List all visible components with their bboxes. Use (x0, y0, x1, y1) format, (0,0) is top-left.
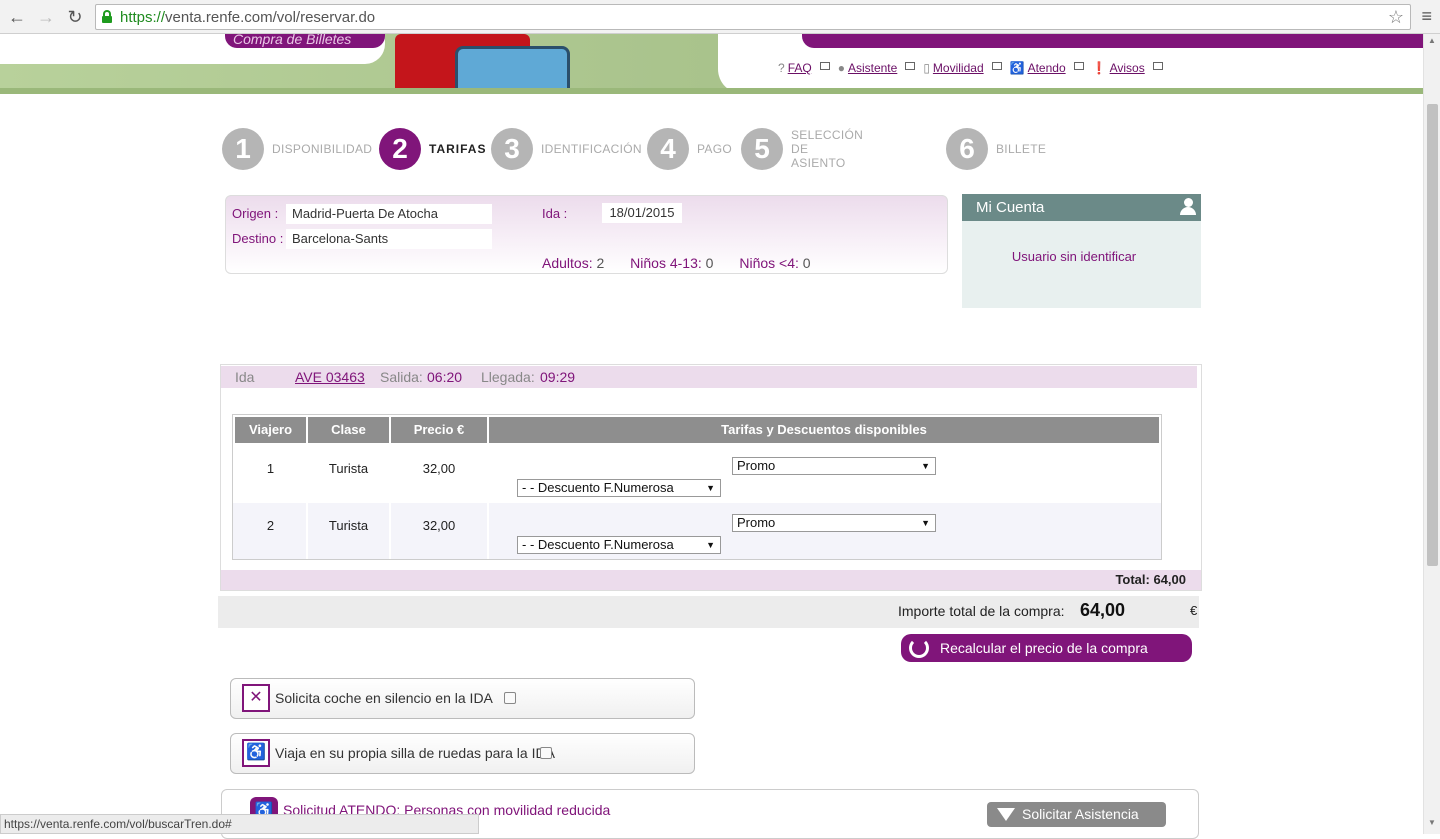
dropdown-arrow-icon: ▼ (921, 518, 930, 528)
help-icon: ? (778, 61, 785, 75)
url-text: https://venta.renfe.com/vol/reservar.do (120, 9, 376, 26)
arrival-time: 09:29 (540, 369, 576, 385)
table-row: 2 Turista 32,00 Promo ▼ - - Descuento F.N… (233, 503, 1161, 559)
purchase-total-label: Importe total de la compra: (898, 603, 1065, 619)
browser-status-bar: https://venta.renfe.com/vol/buscarTren.d… (0, 814, 479, 834)
silencio-option: ✕ Solicita coche en silencio en la IDA (230, 678, 695, 719)
column-header: Precio € (391, 417, 487, 443)
purchase-total-bar: Importe total de la compra: 64,00 € (218, 596, 1199, 628)
recalculate-button[interactable]: Recalcular el precio de la compra (901, 634, 1192, 662)
scroll-thumb[interactable] (1427, 104, 1438, 566)
chat-bubble-icon: ● (837, 61, 845, 75)
faq-link[interactable]: FAQ (788, 61, 812, 75)
destino-label: Destino : (232, 231, 284, 246)
lock-icon (102, 10, 112, 23)
step-disponibilidad: 1 DISPONIBILIDAD (222, 128, 372, 170)
train-link[interactable]: AVE 03463 (295, 366, 365, 388)
mobile-icon: ▯ (923, 61, 930, 75)
passenger-counts: Adultos: 2 Niños 4-13: 0 Niños <4: 0 (542, 255, 811, 271)
currency-symbol: € (1190, 603, 1198, 618)
silencio-label: Solicita coche en silencio en la IDA (275, 690, 493, 706)
viajero-cell: 1 (266, 461, 275, 476)
address-bar[interactable]: https://venta.renfe.com/vol/reservar.do … (95, 4, 1411, 30)
table-row: 1 Turista 32,00 Promo ▼ - - Descuento F.N… (233, 445, 1161, 501)
popup-icon (1152, 62, 1163, 70)
bookmark-star-icon[interactable]: ☆ (1388, 7, 1404, 28)
destino-value: Barcelona-Sants (286, 229, 492, 249)
scrollbar[interactable]: ▲ ▼ (1423, 34, 1440, 834)
dropdown-arrow-icon: ▼ (706, 483, 715, 493)
popup-icon (905, 62, 916, 70)
browser-toolbar: ← → ↻ https://venta.renfe.com/vol/reserv… (0, 0, 1440, 34)
warning-icon: ❗ (1091, 61, 1107, 75)
search-summary: Origen : Madrid-Puerta De Atocha Destino… (225, 195, 948, 274)
precio-cell: 32,00 (422, 518, 456, 533)
precio-cell: 32,00 (422, 461, 456, 476)
user-icon (1179, 198, 1197, 216)
wheelchair-icon: ♿ (242, 739, 270, 767)
step-seleccion-asiento: 5 SELECCIÓN DE ASIENTO (741, 128, 863, 170)
account-panel: Mi Cuenta Usuario sin identificar (962, 194, 1201, 308)
reload-icon[interactable]: ↻ (64, 6, 86, 28)
wheelchair-icon: ♿ (1009, 61, 1025, 75)
dropdown-arrow-icon: ▼ (706, 540, 715, 550)
step-billete: 6 BILLETE (946, 128, 1046, 170)
adultos-count: 2 (596, 255, 605, 271)
step-identificacion: 3 IDENTIFICACIÓN (491, 128, 642, 170)
silla-label: Viaja en su propia silla de ruedas para … (275, 745, 555, 761)
clase-cell: Turista (328, 461, 369, 476)
step-tarifas: 2 TARIFAS (379, 128, 486, 170)
column-header: Clase (308, 417, 389, 443)
column-header: Viajero (235, 417, 306, 443)
silla-option: ♿ Viaja en su propia silla de ruedas par… (230, 733, 695, 774)
clase-cell: Turista (328, 518, 369, 533)
step-pago: 4 PAGO (647, 128, 732, 170)
ida-label: Ida : (542, 206, 568, 221)
trip-total: Total: 64,00 (221, 570, 1201, 590)
account-title: Mi Cuenta (962, 194, 1201, 221)
browser-menu-icon[interactable]: ≡ (1421, 6, 1432, 27)
triangle-down-icon (997, 808, 1015, 821)
asistente-link[interactable]: Asistente (848, 61, 897, 75)
atendo-link[interactable]: Atendo (1028, 61, 1066, 75)
popup-icon (819, 62, 830, 70)
solicitar-asistencia-button[interactable]: Solicitar Asistencia (987, 802, 1166, 827)
column-header: Tarifas y Descuentos disponibles (489, 417, 1159, 443)
forward-arrow-icon[interactable]: → (35, 6, 57, 28)
origen-value: Madrid-Puerta De Atocha (286, 204, 492, 224)
popup-icon (991, 62, 1002, 70)
fares-table: Viajero Clase Precio € Tarifas y Descuen… (232, 414, 1162, 560)
refresh-icon (909, 638, 929, 658)
viajero-cell: 2 (266, 518, 275, 533)
account-user-status: Usuario sin identificar (1011, 249, 1137, 264)
ida-date: 18/01/2015 (602, 203, 682, 223)
popup-icon (1073, 62, 1084, 70)
descuento-select[interactable]: - - Descuento F.Numerosa ▼ (517, 479, 721, 497)
top-links: ? FAQ ● Asistente ▯ Movilidad ♿ Atendo ❗… (778, 58, 1171, 78)
avisos-link[interactable]: Avisos (1110, 61, 1145, 75)
tarifa-select[interactable]: Promo ▼ (732, 457, 936, 475)
scroll-down-icon[interactable]: ▼ (1428, 818, 1436, 827)
descuento-select[interactable]: - - Descuento F.Numerosa ▼ (517, 536, 721, 554)
dropdown-arrow-icon: ▼ (921, 461, 930, 471)
section-title: Compra de Billetes (225, 34, 385, 48)
suitcase-image (455, 46, 570, 94)
back-arrow-icon[interactable]: ← (6, 6, 28, 28)
origen-label: Origen : (232, 206, 279, 221)
header-banner: Compra de Billetes ? FAQ ● Asistente ▯ M… (0, 34, 1423, 94)
movilidad-link[interactable]: Movilidad (933, 61, 984, 75)
scroll-up-icon[interactable]: ▲ (1428, 36, 1436, 45)
departure-time: 06:20 (427, 369, 463, 385)
trip-direction: Ida (235, 369, 255, 385)
silencio-checkbox[interactable] (504, 692, 516, 704)
purchase-total-value: 64,00 (1080, 600, 1126, 620)
trip-header: Ida AVE 03463 Salida: 06:20 Llegada: 09:… (221, 366, 1197, 388)
ninos-small-count: 0 (802, 255, 811, 271)
trip-panel: Ida AVE 03463 Salida: 06:20 Llegada: 09:… (220, 364, 1202, 591)
silla-checkbox[interactable] (540, 747, 552, 759)
tarifa-select[interactable]: Promo ▼ (732, 514, 936, 532)
mute-speaker-icon: ✕ (242, 684, 270, 712)
ninos-count: 0 (705, 255, 714, 271)
